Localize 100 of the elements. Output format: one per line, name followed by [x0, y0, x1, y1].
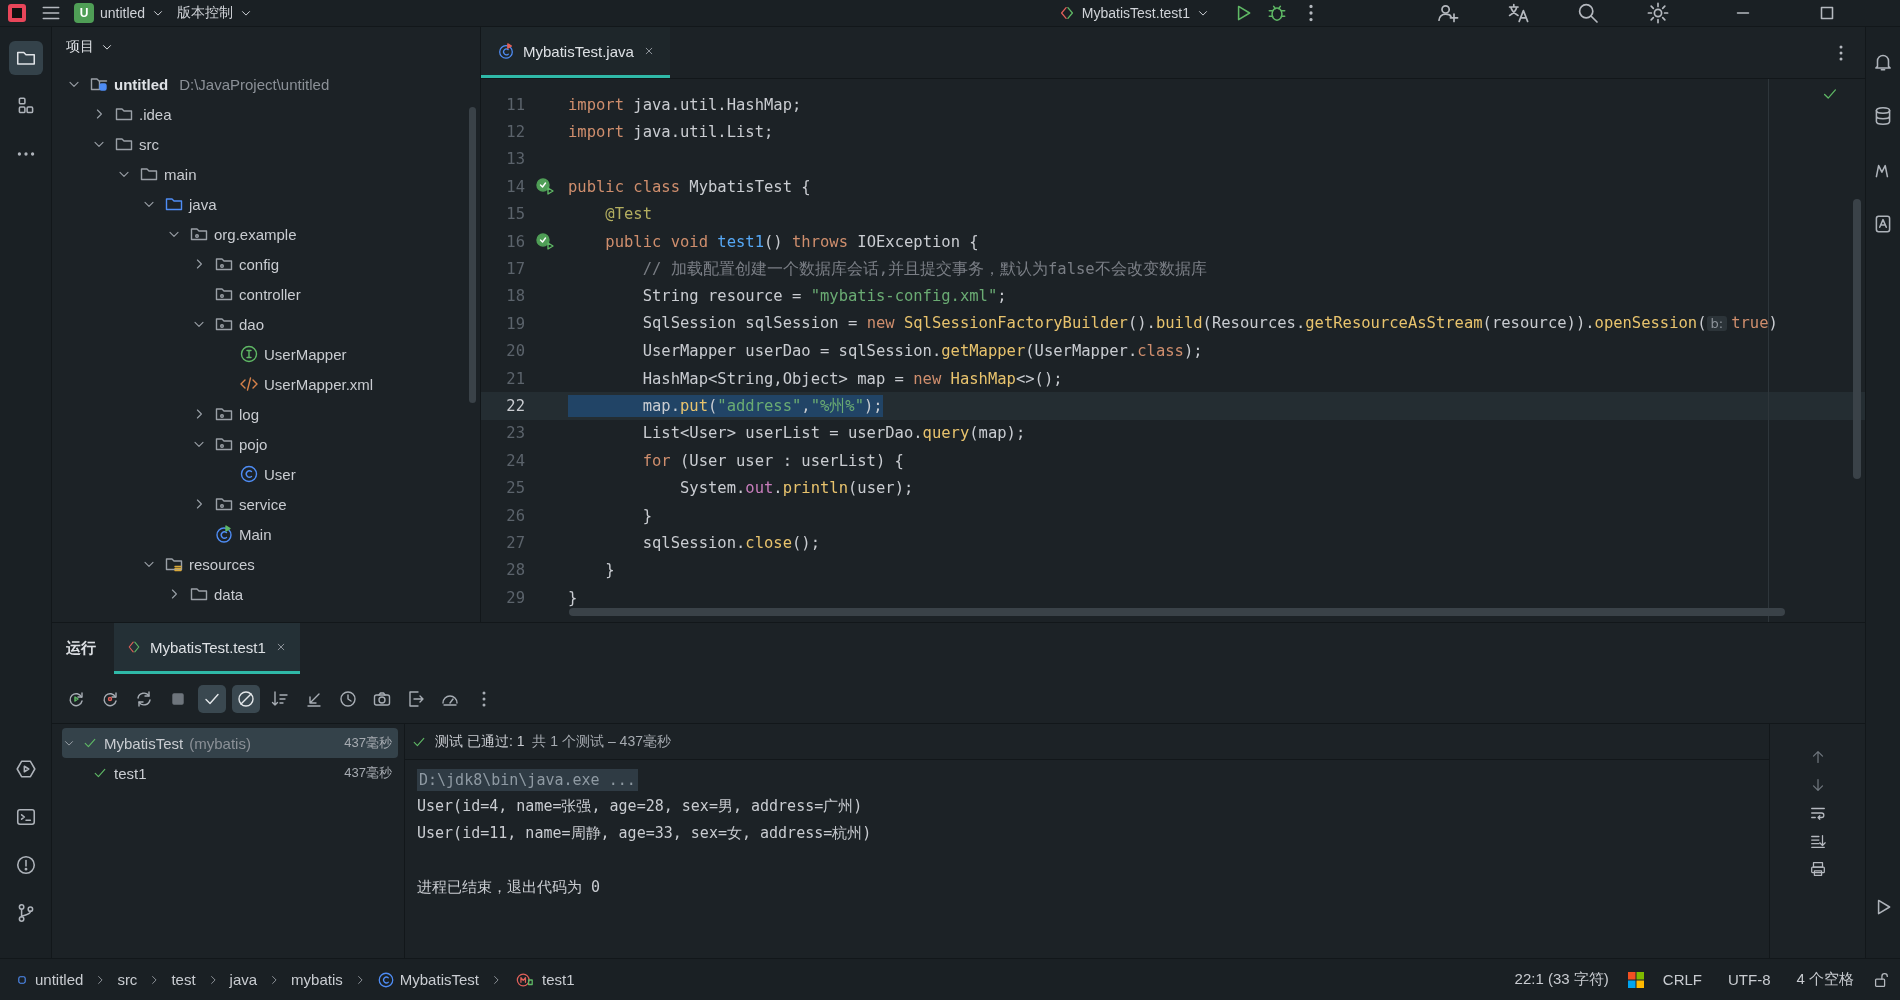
- search-icon[interactable]: [1576, 1, 1600, 25]
- line-ending[interactable]: CRLF: [1654, 971, 1710, 988]
- code-line: sqlSession.close();: [641, 532, 820, 554]
- windows-logo-icon[interactable]: [1626, 970, 1645, 989]
- tree-item[interactable]: UserMapper.xml: [264, 375, 374, 393]
- breadcrumb[interactable]: MybatisTest: [399, 971, 479, 988]
- lock-icon[interactable]: [1872, 970, 1890, 989]
- tree-item[interactable]: org.example: [214, 225, 297, 243]
- tree-item[interactable]: java: [189, 195, 217, 213]
- run-configuration-selector[interactable]: MybatisTest.test1: [1057, 4, 1210, 22]
- project-switcher[interactable]: U untitled: [74, 3, 166, 23]
- module-name: (mybatis): [189, 734, 251, 752]
- console-line: User(id=4, name=张强, age=28, sex=男, address=广州): [417, 797, 863, 816]
- line-number: 12: [505, 123, 525, 142]
- line-number: 13: [505, 150, 525, 169]
- tree-item[interactable]: resources: [189, 555, 255, 573]
- project-path: D:\JavaProject\untitled: [179, 75, 330, 93]
- tree-item[interactable]: untitled: [114, 75, 169, 93]
- console-line: 进程已结束，退出代码为 0: [417, 878, 601, 897]
- code-line: UserMapper userDao = sqlSession.getMapper(UserMapper.class);: [641, 341, 1203, 363]
- vertical-scrollbar[interactable]: [1853, 199, 1861, 479]
- horizontal-scrollbar[interactable]: [569, 608, 1785, 616]
- line-number: 21: [505, 369, 525, 388]
- run-test-icon[interactable]: [535, 231, 555, 252]
- test-status: 测试 已通过: 1: [435, 732, 525, 751]
- line-number: 24: [505, 451, 525, 470]
- breadcrumb[interactable]: test: [171, 971, 196, 988]
- test-config-icon: [126, 639, 142, 655]
- line-number: 22: [505, 397, 525, 415]
- ban-icon[interactable]: [232, 684, 260, 713]
- line-number: 26: [505, 506, 525, 525]
- check-icon[interactable]: [198, 684, 226, 713]
- line-number: 27: [505, 533, 525, 552]
- tree-item[interactable]: src: [139, 135, 159, 153]
- breadcrumb[interactable]: src: [117, 971, 138, 988]
- indent-setting[interactable]: 4 个空格: [1788, 970, 1862, 989]
- tree-item[interactable]: Main: [239, 525, 272, 543]
- code-line: }: [568, 587, 578, 609]
- tree-item[interactable]: service: [239, 495, 287, 513]
- run-test-icon[interactable]: [535, 176, 555, 197]
- breadcrumb[interactable]: untitled: [35, 971, 84, 988]
- xml-file-icon: [239, 374, 259, 394]
- code-line: SqlSession sqlSession = new SqlSessionFactoryBuilder().build(Resources.getResourceAsStream(resource)).openSession( b: true): [641, 313, 1778, 335]
- code-line: System.out.println(user);: [678, 478, 914, 500]
- translate-icon[interactable]: [1506, 1, 1530, 25]
- tree-item[interactable]: config: [239, 255, 280, 273]
- console-line: User(id=11, name=周静, age=33, sex=女, address=杭州): [417, 824, 872, 843]
- settings-icon[interactable]: [1646, 1, 1670, 25]
- code-line: }: [641, 505, 652, 527]
- tree-item[interactable]: main: [164, 165, 197, 183]
- panel-title[interactable]: 项目: [66, 38, 94, 56]
- test-result-item[interactable]: MybatisTest (mybatis) 437毫秒: [62, 728, 398, 758]
- file-encoding[interactable]: UTF-8: [1720, 971, 1779, 988]
- code-line: public class MybatisTest {: [568, 176, 811, 198]
- vcs-menu[interactable]: 版本控制: [177, 4, 254, 22]
- tree-item[interactable]: UserMapper: [264, 345, 347, 363]
- scroll-to-end-icon[interactable]: [1808, 832, 1827, 850]
- code-line: public void test1() throws IOException {: [604, 231, 979, 253]
- tree-item[interactable]: controller: [239, 285, 301, 303]
- test-name: MybatisTest: [104, 734, 184, 752]
- line-number: 25: [505, 479, 525, 498]
- class-icon: [497, 42, 515, 60]
- code-line: import java.util.HashMap;: [568, 94, 802, 116]
- breadcrumb[interactable]: java: [229, 971, 258, 988]
- project-folder-icon[interactable]: [8, 41, 43, 75]
- line-number: 16: [505, 232, 525, 251]
- interface-icon: [239, 344, 259, 364]
- test-summary: 共 1 个测试 – 437毫秒: [532, 732, 671, 751]
- code-line: List<User> userList = userDao.query(map);: [641, 423, 1026, 445]
- test-name: test1: [114, 764, 147, 782]
- tree-item[interactable]: log: [239, 405, 260, 423]
- tree-item[interactable]: data: [214, 585, 244, 603]
- print-icon[interactable]: [1808, 860, 1827, 878]
- code-line: for (User user : userList) {: [641, 450, 904, 472]
- code-line: }: [604, 560, 615, 582]
- line-number: 23: [505, 424, 525, 443]
- cursor-position[interactable]: 22:1 (33 字符): [1506, 970, 1617, 989]
- class-icon: [239, 464, 259, 484]
- app-logo-icon[interactable]: [6, 2, 28, 24]
- breadcrumb[interactable]: test1: [542, 971, 575, 988]
- panel-title: 运行: [66, 638, 96, 658]
- tree-item[interactable]: dao: [239, 315, 265, 333]
- tree-item[interactable]: User: [264, 465, 296, 483]
- breadcrumb[interactable]: mybatis: [291, 971, 343, 988]
- test-duration: 437毫秒: [344, 764, 392, 782]
- code-line: HashMap<String,Object> map = new HashMap<>();: [641, 368, 1063, 390]
- run-tab[interactable]: MybatisTest.test1: [114, 623, 300, 674]
- editor-tab[interactable]: MybatisTest.java: [481, 27, 670, 78]
- tree-item[interactable]: .idea: [139, 105, 172, 123]
- test-result-item[interactable]: test1 437毫秒: [62, 758, 398, 788]
- line-number: 11: [505, 95, 525, 114]
- line-number: 28: [505, 561, 525, 580]
- tree-item[interactable]: pojo: [239, 435, 268, 453]
- scrollbar[interactable]: [469, 107, 476, 403]
- main-class-icon: [214, 524, 234, 544]
- code-line: @Test: [604, 204, 652, 226]
- line-number: 17: [505, 260, 525, 279]
- code-line: // 加载配置创建一个数据库会话,并且提交事务，默认为false不会改变数据库: [641, 259, 1207, 281]
- line-number: 14: [505, 177, 525, 196]
- line-number: 15: [505, 205, 525, 224]
